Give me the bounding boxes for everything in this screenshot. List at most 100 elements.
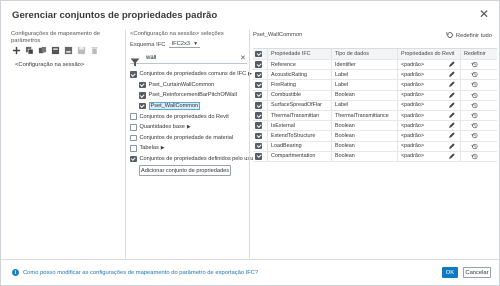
pane-divider: [125, 30, 126, 258]
tree-item-checkbox[interactable]: [130, 155, 137, 163]
tree-item-checkbox[interactable]: [130, 134, 137, 142]
column-header-revit-properties[interactable]: Propriedades do Revit: [397, 49, 460, 59]
reset-history-icon[interactable]: [460, 151, 488, 161]
ifc-schema-value: IFC2x3: [171, 41, 191, 47]
edit-pencil-icon[interactable]: [442, 70, 460, 79]
reset-history-icon[interactable]: [460, 60, 488, 70]
row-checkbox[interactable]: [255, 91, 262, 99]
import-icon[interactable]: [51, 46, 60, 55]
tree-item-checkbox[interactable]: [130, 71, 137, 78]
table-row: Compartmentation Boolean <padrão>: [253, 151, 497, 162]
clear-search-icon[interactable]: ✕: [240, 54, 246, 62]
expand-caret-icon[interactable]: ▶: [161, 145, 165, 151]
dialog-title: Gerenciar conjuntos de propriedades padr…: [12, 9, 218, 21]
row-checkbox[interactable]: [255, 81, 262, 89]
revit-property-cell: <padrão>: [397, 100, 442, 110]
column-header-data-type[interactable]: Tipo de dados: [331, 49, 397, 59]
revit-property-cell: <padrão>: [397, 131, 442, 141]
tree-item-checkbox[interactable]: [139, 92, 146, 99]
delete-icon[interactable]: [90, 46, 99, 55]
ifc-property-cell: SurfaceSpreadOfFlar: [267, 100, 331, 110]
tree-item[interactable]: Conjuntos de propriedades do Revit: [130, 111, 248, 122]
close-icon[interactable]: ✕: [478, 8, 490, 20]
tree-item[interactable]: Tabelas ▶: [130, 143, 248, 154]
configurations-header: Configurações de mapeamento de parâmetro…: [11, 31, 100, 44]
edit-pencil-icon[interactable]: [442, 80, 460, 89]
ifc-property-cell: Compartmentation: [267, 151, 331, 161]
edit-pencil-icon[interactable]: [442, 101, 460, 110]
edit-pencil-icon[interactable]: [442, 111, 460, 120]
tree-item[interactable]: Conjuntos de propriedade de material: [130, 133, 248, 144]
tree-item[interactable]: Conjuntos de propriedades definidos pelo…: [130, 154, 253, 165]
filter-search-input[interactable]: [146, 53, 234, 63]
cancel-button[interactable]: Cancelar: [463, 267, 491, 278]
tree-item[interactable]: Quantidades base ▶: [130, 122, 248, 133]
add-icon[interactable]: [12, 46, 21, 55]
table-body: Reference Identifier <padrão> AcousticRatin…: [253, 60, 497, 162]
reset-all-button[interactable]: Redefinir tudo: [446, 31, 492, 41]
row-checkbox[interactable]: [255, 132, 262, 140]
row-checkbox-cell: [253, 81, 267, 89]
row-checkbox[interactable]: [255, 61, 262, 68]
reset-history-icon[interactable]: [460, 141, 488, 151]
row-checkbox[interactable]: [255, 142, 262, 150]
tree-item[interactable]: Pset_WallCommon: [130, 101, 248, 112]
selected-pset-title: Pset_WallCommon: [253, 32, 303, 38]
tree-item-checkbox[interactable]: [130, 145, 137, 152]
reset-history-icon[interactable]: [460, 90, 488, 100]
tree-item-checkbox[interactable]: [130, 113, 137, 120]
data-type-cell: Label: [331, 100, 397, 110]
select-all-checkbox[interactable]: [255, 50, 262, 58]
ifc-property-cell: FireRating: [267, 80, 331, 90]
reset-history-icon[interactable]: [460, 100, 488, 110]
edit-pencil-icon[interactable]: [442, 60, 460, 69]
row-checkbox[interactable]: [255, 122, 262, 129]
row-checkbox-cell: [253, 112, 267, 119]
row-checkbox-cell: [253, 61, 267, 68]
tree-item[interactable]: Pset_CurtainWallCommon: [130, 80, 248, 91]
tree-item-checkbox[interactable]: [139, 81, 146, 89]
row-checkbox-cell: [253, 153, 267, 160]
row-checkbox[interactable]: [255, 112, 262, 119]
edit-pencil-icon[interactable]: [442, 91, 460, 100]
ifc-property-cell: Combustible: [267, 90, 331, 100]
row-checkbox-cell: [253, 122, 267, 129]
duplicate-icon[interactable]: [25, 46, 34, 55]
reset-history-icon[interactable]: [460, 131, 488, 141]
edit-pencil-icon[interactable]: [442, 152, 460, 161]
session-configuration-item[interactable]: <Configuração na sessão>: [15, 62, 84, 68]
revit-property-cell: <padrão>: [397, 60, 442, 70]
ok-button[interactable]: OK: [442, 267, 458, 278]
edit-pencil-icon[interactable]: [442, 131, 460, 140]
manage-property-sets-dialog: Gerenciar conjuntos de propriedades padr…: [0, 0, 500, 286]
column-header-ifc-property[interactable]: Propriedade IFC: [267, 49, 331, 59]
tree-item-label: Pset_WallCommon: [148, 102, 201, 111]
table-row: ExtendToStructure Boolean <padrão>: [253, 131, 497, 142]
tree-item-checkbox[interactable]: [130, 124, 137, 131]
expand-caret-icon[interactable]: ▶: [187, 124, 191, 130]
reset-history-icon[interactable]: [460, 80, 488, 90]
reset-history-icon[interactable]: [460, 121, 488, 131]
tree-item[interactable]: Pset_ReinforcementBarPitchOfWall: [130, 90, 248, 101]
add-property-set-button[interactable]: Adicionar conjunto de propriedades: [139, 165, 231, 176]
tree-item-label: Conjuntos de propriedades comuns de IFC: [139, 71, 247, 78]
row-checkbox[interactable]: [255, 71, 262, 79]
reset-history-icon[interactable]: [460, 70, 488, 80]
copy-icon[interactable]: [38, 46, 47, 55]
column-header-reset[interactable]: Redefinir: [460, 49, 488, 59]
help-link-text: Como posso modificar as configurações de…: [23, 269, 259, 276]
export-icon[interactable]: [64, 46, 73, 55]
tree-item-checkbox[interactable]: [139, 102, 146, 110]
row-checkbox[interactable]: [255, 102, 262, 109]
tree-item[interactable]: Conjuntos de propriedades comuns de IFC ▶: [130, 69, 252, 80]
ifc-schema-select[interactable]: IFC2x3 ▼: [169, 41, 201, 48]
save-icon[interactable]: [77, 46, 86, 55]
edit-pencil-icon[interactable]: [442, 142, 460, 151]
edit-pencil-icon[interactable]: [442, 121, 460, 130]
reset-history-icon[interactable]: [460, 110, 488, 121]
ifc-property-cell: Reference: [267, 60, 331, 70]
selections-header: <Configuração na sessão> seleções: [130, 31, 224, 37]
row-checkbox[interactable]: [255, 153, 262, 160]
revit-property-cell: <padrão>: [397, 141, 442, 151]
help-link[interactable]: i Como posso modificar as configurações …: [12, 269, 258, 276]
